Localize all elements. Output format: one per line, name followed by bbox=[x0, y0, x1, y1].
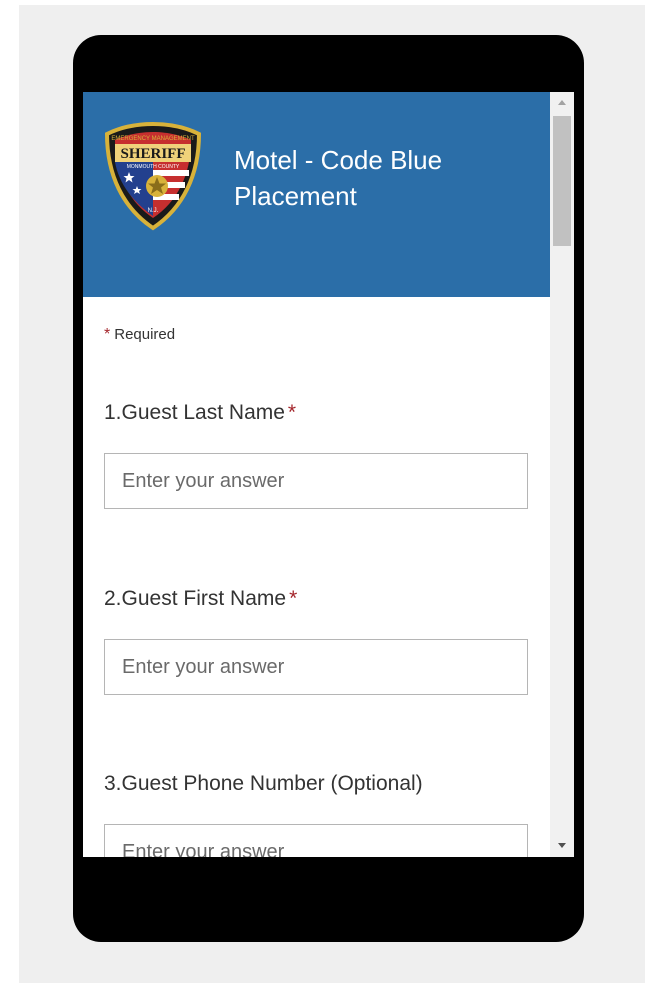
form-header: EMERGENCY MANAGEMENT SHERIFF MONMOUTH CO… bbox=[83, 92, 550, 297]
required-note: * Required bbox=[104, 326, 175, 344]
question-text: Guest First Name bbox=[121, 587, 287, 610]
question-text: Guest Phone Number (Optional) bbox=[121, 772, 423, 795]
logo-text-top: EMERGENCY MANAGEMENT bbox=[111, 136, 195, 142]
question-2-label: 2.Guest First Name * bbox=[104, 587, 297, 611]
question-number: 2. bbox=[104, 587, 122, 610]
guest-first-name-input[interactable] bbox=[104, 639, 528, 695]
form-title: Motel - Code Blue Placement bbox=[234, 145, 443, 211]
scrollbar-thumb[interactable] bbox=[553, 116, 571, 246]
scroll-down-arrow-icon[interactable] bbox=[558, 843, 566, 848]
guest-last-name-input[interactable] bbox=[104, 453, 528, 509]
logo-text-county: MONMOUTH COUNTY bbox=[127, 164, 180, 170]
required-star: * bbox=[104, 326, 111, 343]
vertical-scrollbar[interactable] bbox=[550, 92, 574, 857]
question-3-label: 3.Guest Phone Number (Optional) bbox=[104, 772, 423, 796]
question-1-label: 1.Guest Last Name * bbox=[104, 401, 296, 425]
scroll-up-arrow-icon[interactable] bbox=[558, 100, 566, 105]
question-number: 1. bbox=[104, 401, 122, 424]
sheriff-badge-icon: EMERGENCY MANAGEMENT SHERIFF MONMOUTH CO… bbox=[104, 121, 202, 231]
question-number: 3. bbox=[104, 772, 122, 795]
required-star: * bbox=[287, 401, 297, 424]
question-text: Guest Last Name bbox=[121, 401, 285, 424]
guest-phone-number-input[interactable] bbox=[104, 824, 528, 857]
required-star: * bbox=[289, 587, 298, 610]
required-note-text: Required bbox=[114, 326, 176, 343]
logo-text-bottom: N.J. bbox=[148, 208, 159, 214]
form-screen: EMERGENCY MANAGEMENT SHERIFF MONMOUTH CO… bbox=[83, 92, 574, 857]
logo-text-main: SHERIFF bbox=[120, 146, 185, 162]
form-content: EMERGENCY MANAGEMENT SHERIFF MONMOUTH CO… bbox=[83, 92, 550, 857]
